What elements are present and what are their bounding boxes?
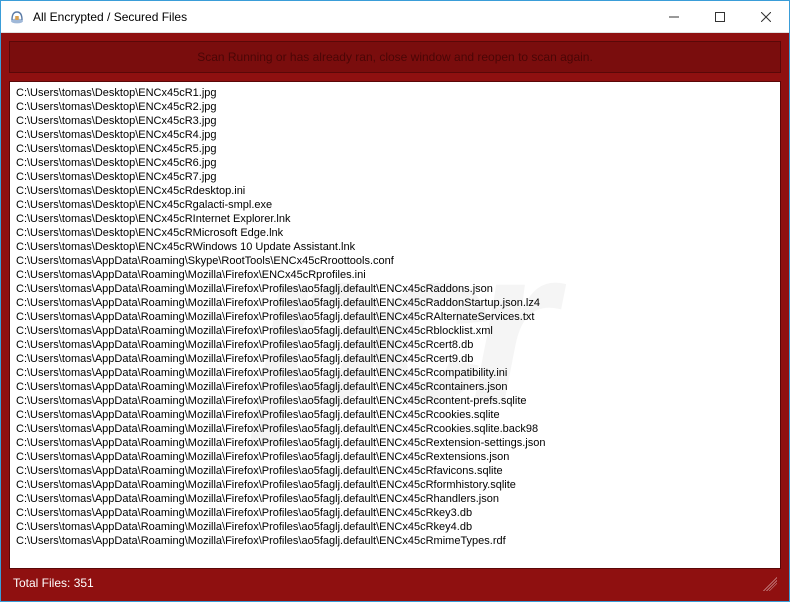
list-item[interactable]: C:\Users\tomas\AppData\Roaming\Mozilla\F… bbox=[16, 450, 774, 464]
window-title: All Encrypted / Secured Files bbox=[33, 10, 651, 24]
list-item[interactable]: C:\Users\tomas\AppData\Roaming\Mozilla\F… bbox=[16, 380, 774, 394]
total-files-label: Total Files: 351 bbox=[13, 576, 94, 590]
list-item[interactable]: C:\Users\tomas\AppData\Roaming\Mozilla\F… bbox=[16, 338, 774, 352]
list-item[interactable]: C:\Users\tomas\AppData\Roaming\Mozilla\F… bbox=[16, 408, 774, 422]
minimize-button[interactable] bbox=[651, 1, 697, 33]
list-item[interactable]: C:\Users\tomas\AppData\Roaming\Mozilla\F… bbox=[16, 422, 774, 436]
list-item[interactable]: C:\Users\tomas\AppData\Roaming\Mozilla\F… bbox=[16, 324, 774, 338]
total-files-text: Total Files: bbox=[13, 576, 70, 590]
list-item[interactable]: C:\Users\tomas\AppData\Roaming\Mozilla\F… bbox=[16, 436, 774, 450]
list-item[interactable]: C:\Users\tomas\Desktop\ENCx45cR1.jpg bbox=[16, 86, 774, 100]
content-area: Scan Running or has already ran, close w… bbox=[1, 33, 789, 601]
list-item[interactable]: C:\Users\tomas\Desktop\ENCx45cRgalacti-s… bbox=[16, 198, 774, 212]
list-item[interactable]: C:\Users\tomas\Desktop\ENCx45cRdesktop.i… bbox=[16, 184, 774, 198]
list-item[interactable]: C:\Users\tomas\Desktop\ENCx45cR6.jpg bbox=[16, 156, 774, 170]
list-item[interactable]: C:\Users\tomas\AppData\Roaming\Mozilla\F… bbox=[16, 506, 774, 520]
close-button[interactable] bbox=[743, 1, 789, 33]
status-bar: Total Files: 351 bbox=[9, 569, 781, 593]
total-files-value: 351 bbox=[74, 576, 94, 590]
list-item[interactable]: C:\Users\tomas\AppData\Roaming\Mozilla\F… bbox=[16, 464, 774, 478]
app-icon bbox=[9, 9, 25, 25]
list-item[interactable]: C:\Users\tomas\Desktop\ENCx45cR4.jpg bbox=[16, 128, 774, 142]
resize-grip-icon[interactable] bbox=[763, 577, 777, 591]
list-item[interactable]: C:\Users\tomas\AppData\Roaming\Mozilla\F… bbox=[16, 352, 774, 366]
window-controls bbox=[651, 1, 789, 32]
titlebar: All Encrypted / Secured Files bbox=[1, 1, 789, 33]
list-item[interactable]: C:\Users\tomas\Desktop\ENCx45cR3.jpg bbox=[16, 114, 774, 128]
file-list[interactable]: C:\Users\tomas\Desktop\ENCx45cR1.jpgC:\U… bbox=[10, 82, 780, 568]
list-item[interactable]: C:\Users\tomas\Desktop\ENCx45cR2.jpg bbox=[16, 100, 774, 114]
scan-status-banner: Scan Running or has already ran, close w… bbox=[9, 41, 781, 73]
file-list-container: pcr C:\Users\tomas\Desktop\ENCx45cR1.jpg… bbox=[9, 81, 781, 569]
list-item[interactable]: C:\Users\tomas\AppData\Roaming\Skype\Roo… bbox=[16, 254, 774, 268]
list-item[interactable]: C:\Users\tomas\Desktop\ENCx45cR5.jpg bbox=[16, 142, 774, 156]
list-item[interactable]: C:\Users\tomas\AppData\Roaming\Mozilla\F… bbox=[16, 394, 774, 408]
list-item[interactable]: C:\Users\tomas\Desktop\ENCx45cR7.jpg bbox=[16, 170, 774, 184]
list-item[interactable]: C:\Users\tomas\Desktop\ENCx45cRWindows 1… bbox=[16, 240, 774, 254]
list-item[interactable]: C:\Users\tomas\AppData\Roaming\Mozilla\F… bbox=[16, 520, 774, 534]
list-item[interactable]: C:\Users\tomas\AppData\Roaming\Mozilla\F… bbox=[16, 534, 774, 548]
maximize-button[interactable] bbox=[697, 1, 743, 33]
list-item[interactable]: C:\Users\tomas\AppData\Roaming\Mozilla\F… bbox=[16, 492, 774, 506]
list-item[interactable]: C:\Users\tomas\Desktop\ENCx45cRInternet … bbox=[16, 212, 774, 226]
list-item[interactable]: C:\Users\tomas\AppData\Roaming\Mozilla\F… bbox=[16, 282, 774, 296]
list-item[interactable]: C:\Users\tomas\AppData\Roaming\Mozilla\F… bbox=[16, 478, 774, 492]
list-item[interactable]: C:\Users\tomas\AppData\Roaming\Mozilla\F… bbox=[16, 268, 774, 282]
list-item[interactable]: C:\Users\tomas\AppData\Roaming\Mozilla\F… bbox=[16, 310, 774, 324]
list-item[interactable]: C:\Users\tomas\AppData\Roaming\Mozilla\F… bbox=[16, 296, 774, 310]
list-item[interactable]: C:\Users\tomas\Desktop\ENCx45cRMicrosoft… bbox=[16, 226, 774, 240]
list-item[interactable]: C:\Users\tomas\AppData\Roaming\Mozilla\F… bbox=[16, 366, 774, 380]
